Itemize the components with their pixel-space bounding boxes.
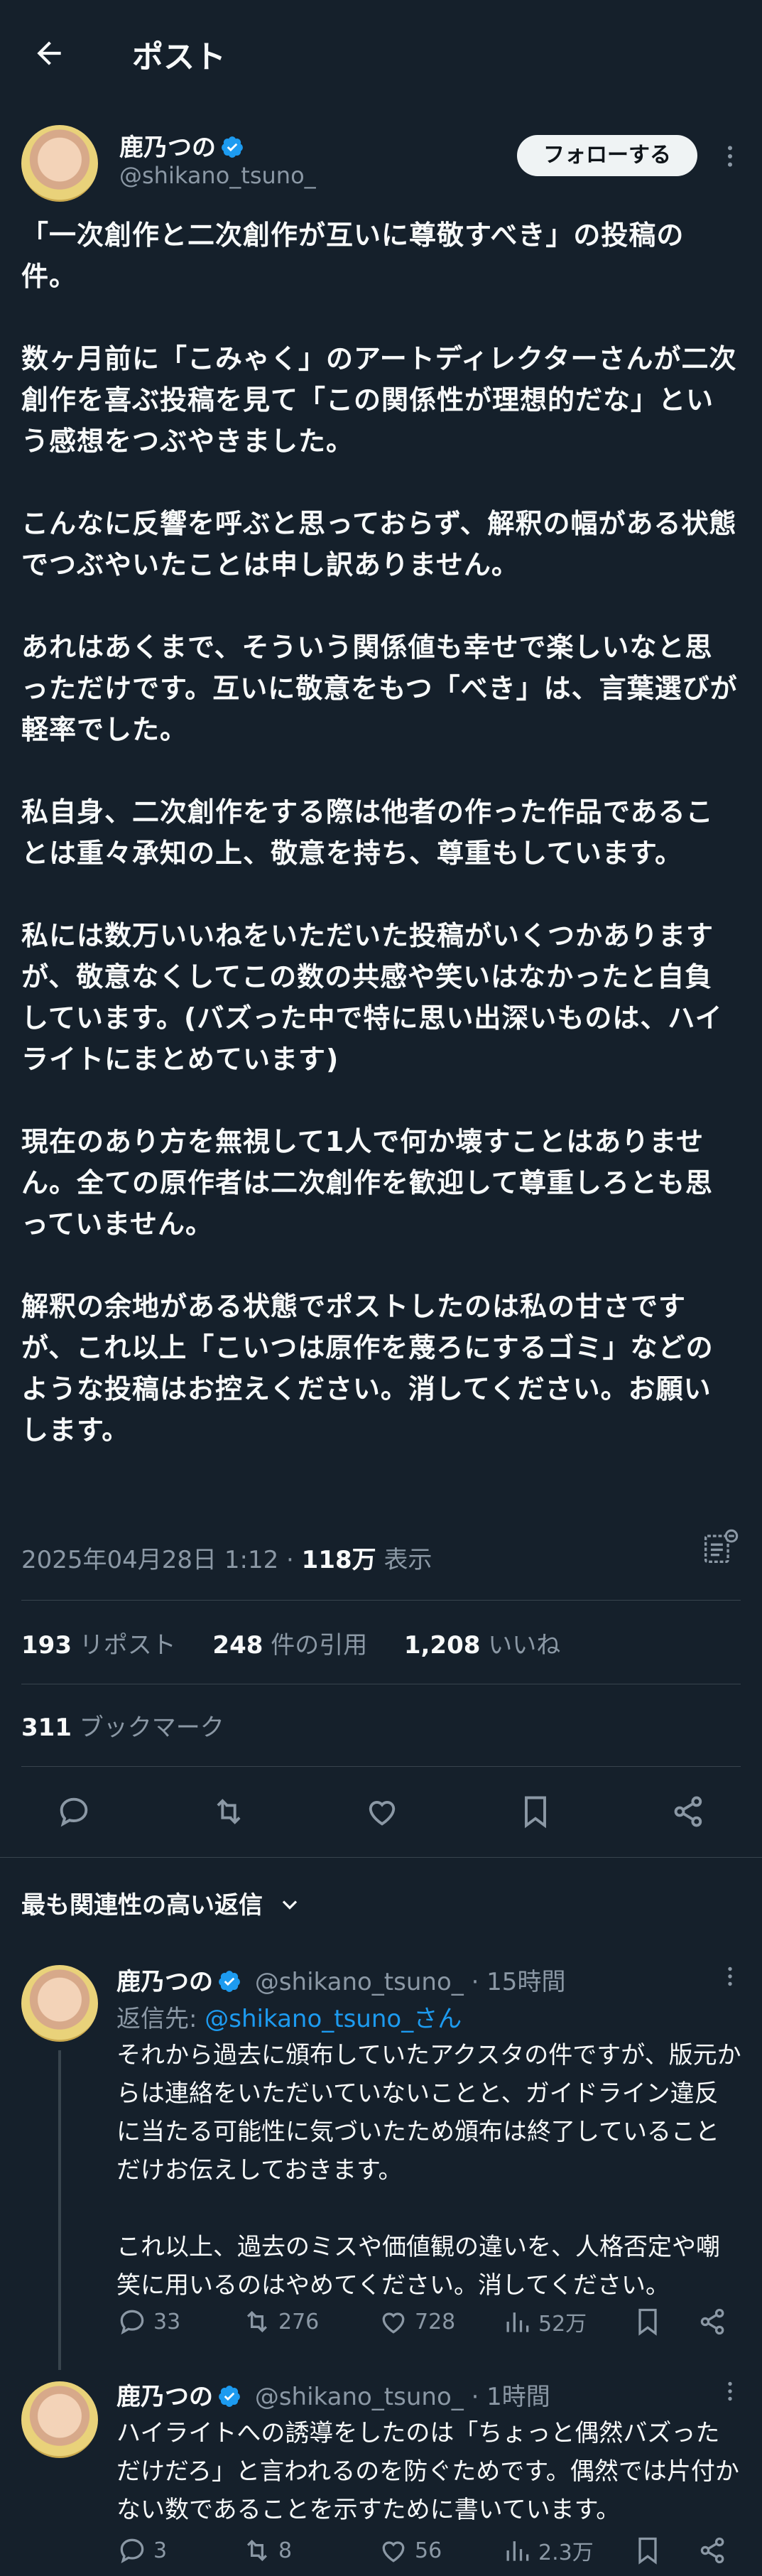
reply-header: 鹿乃つの @shikano_tsuno_ · 15時間	[116, 1962, 565, 1997]
share-icon[interactable]	[697, 2535, 729, 2566]
more-options-icon[interactable]	[716, 142, 744, 171]
quotes-stat[interactable]: 248 件の引用	[212, 1631, 367, 1660]
reply-count[interactable]: 33	[116, 2306, 180, 2337]
reply-body: ハイライトへの誘導をしたのは「ちょっと偶然バズっただけだろ」と言われるのを防ぐた…	[116, 2419, 739, 2524]
views-count[interactable]: 2.3万	[501, 2535, 594, 2566]
views-count[interactable]: 52万	[501, 2306, 587, 2337]
reply-author-name[interactable]: 鹿乃つの	[116, 1968, 213, 1996]
reply-avatar[interactable]	[21, 2381, 98, 2458]
verified-badge-icon	[217, 2384, 241, 2408]
views-label: 表示	[383, 1546, 432, 1574]
like-count[interactable]: 728	[378, 2306, 455, 2337]
avatar[interactable]	[21, 125, 98, 202]
bookmark-icon[interactable]	[517, 1793, 554, 1830]
reply-header: 鹿乃つの @shikano_tsuno_ · 1時間	[116, 2377, 550, 2412]
post-timestamp[interactable]: 2025年04月28日 1:12	[21, 1546, 278, 1574]
repost-count[interactable]: 8	[241, 2535, 292, 2566]
reply-sort-dropdown[interactable]: 最も関連性の高い返信	[21, 1885, 303, 1920]
views-count: 118万	[301, 1546, 376, 1574]
reply-time[interactable]: · 15時間	[472, 1968, 566, 1996]
author-name: 鹿乃つの	[119, 134, 216, 162]
analytics-icon[interactable]	[699, 1527, 740, 1569]
share-icon[interactable]	[670, 1793, 707, 1830]
chevron-down-icon	[277, 1892, 303, 1917]
verified-badge-icon	[217, 1969, 241, 1993]
more-options-icon[interactable]	[717, 2379, 743, 2404]
reply-actions: 3 8 56 2.3万	[116, 2535, 741, 2575]
repost-icon[interactable]	[210, 1793, 247, 1830]
reply-author-handle[interactable]: @shikano_tsuno_	[255, 2383, 464, 2411]
post-meta: 2025年04月28日 1:12 · 118万 表示	[21, 1546, 432, 1574]
reply-author-name[interactable]: 鹿乃つの	[116, 2383, 213, 2411]
divider	[21, 1600, 741, 1601]
post-body: 「一次創作と二次創作が互いに尊敬すべき」の投稿の件。 数ヶ月前に「こみゃく」のア…	[21, 220, 738, 1446]
reply-actions: 33 276 728 52万	[116, 2306, 741, 2346]
section-separator	[0, 1857, 762, 1858]
back-arrow-icon[interactable]	[31, 36, 67, 71]
follow-button[interactable]: フォローする	[517, 135, 697, 176]
author-name-row[interactable]: 鹿乃つの	[119, 128, 244, 163]
author-handle[interactable]: @shikano_tsuno_	[119, 162, 316, 189]
more-options-icon[interactable]	[717, 1964, 743, 1989]
reply-count[interactable]: 3	[116, 2535, 167, 2566]
reply-to-label: 返信先:	[116, 2005, 205, 2033]
reply-body: それから過去に頒布していたアクスタの件ですが、版元からは連絡をいただいていないこ…	[116, 2041, 741, 2300]
like-count[interactable]: 56	[378, 2535, 442, 2566]
engagement-stats: 193 リポスト 248 件の引用 1,208 いいね	[21, 1625, 560, 1660]
bookmark-icon[interactable]	[632, 2306, 663, 2337]
header-bar: ポスト	[0, 0, 762, 107]
reply-time[interactable]: · 1時間	[472, 2383, 550, 2411]
bookmark-icon[interactable]	[632, 2535, 663, 2566]
share-icon[interactable]	[697, 2306, 729, 2337]
repost-count[interactable]: 276	[241, 2306, 319, 2337]
reply-to-line: 返信先: @shikano_tsuno_さん	[116, 1999, 462, 2034]
like-icon[interactable]	[364, 1793, 401, 1830]
bookmarks-stat[interactable]: 311 ブックマーク	[21, 1708, 224, 1743]
reply-to-handle[interactable]: @shikano_tsuno_さん	[205, 2005, 462, 2033]
verified-badge-icon	[220, 135, 244, 159]
likes-stat[interactable]: 1,208 いいね	[404, 1631, 560, 1660]
page-title: ポスト	[132, 39, 226, 75]
reply-avatar[interactable]	[21, 1965, 98, 2042]
reply-sort-label: 最も関連性の高い返信	[21, 1891, 263, 1920]
divider	[21, 1766, 741, 1767]
reply-icon[interactable]	[55, 1793, 92, 1830]
reposts-stat[interactable]: 193 リポスト	[21, 1631, 176, 1660]
thread-line	[58, 2050, 61, 2370]
reply-author-handle[interactable]: @shikano_tsuno_	[255, 1968, 464, 1996]
